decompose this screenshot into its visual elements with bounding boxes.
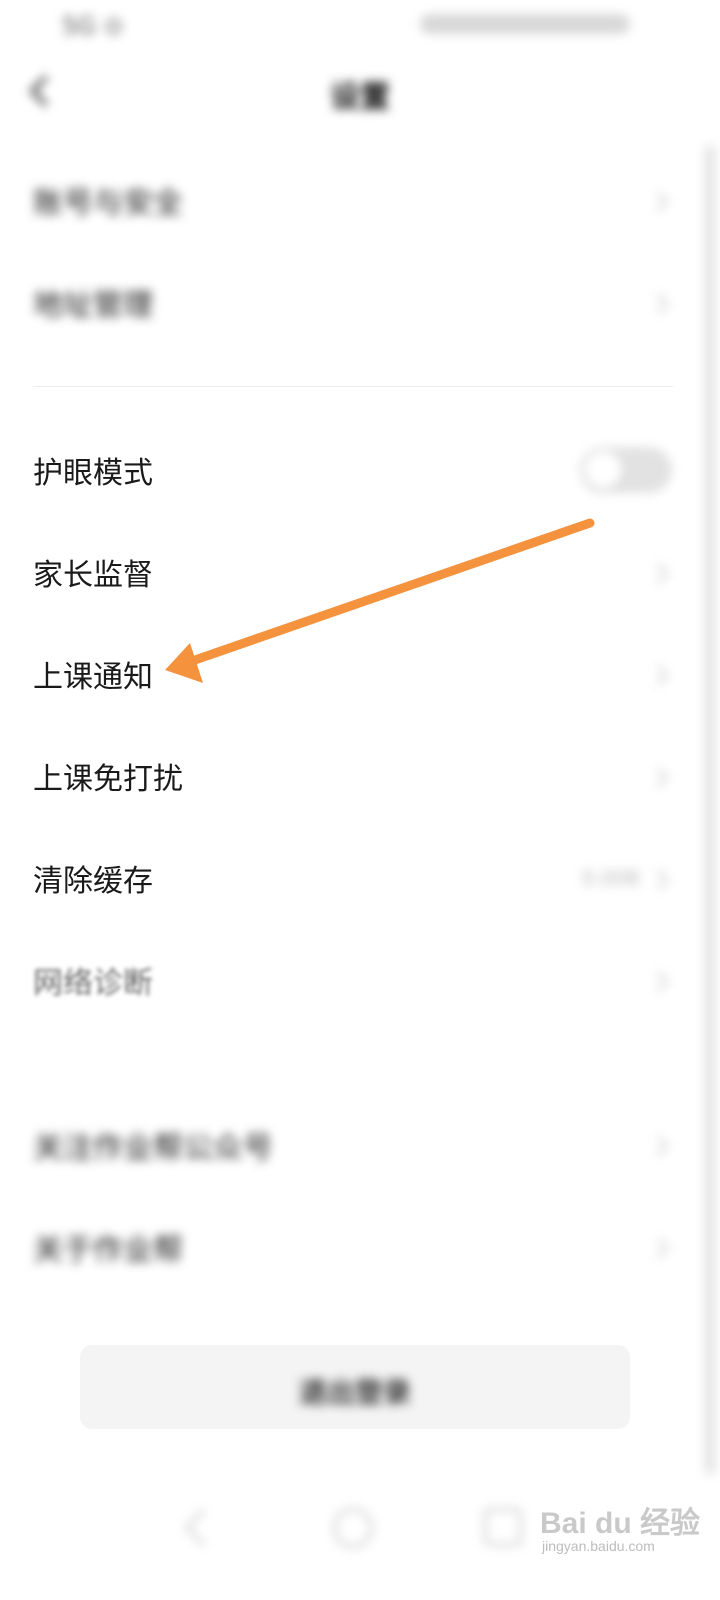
row-label: 上课免打扰 <box>33 762 183 797</box>
row-label: 地址管理 <box>33 288 153 323</box>
row-label: 上课通知 <box>33 660 153 695</box>
chevron-right-icon <box>647 1237 670 1260</box>
row-label: 护眼模式 <box>33 456 153 491</box>
settings-row-eye-protection[interactable]: 护眼模式 <box>0 420 680 520</box>
chevron-right-icon <box>647 970 670 993</box>
chevron-right-icon <box>647 766 670 789</box>
system-back-icon[interactable] <box>184 1508 223 1547</box>
settings-row-about[interactable]: 关于作业帮 <box>0 1197 680 1297</box>
settings-row-account-security[interactable]: 账号与安全 <box>0 150 680 250</box>
chevron-right-icon <box>647 292 670 315</box>
row-label: 网络诊断 <box>33 966 153 1001</box>
page-title: 设置 <box>330 80 390 115</box>
section-divider <box>33 386 673 387</box>
watermark-url: jingyan.baidu.com <box>542 1538 655 1554</box>
cache-size-value: 0.00B <box>581 866 640 890</box>
settings-row-address[interactable]: 地址管理 <box>0 252 680 352</box>
logout-button[interactable]: 退出登录 <box>80 1345 630 1429</box>
settings-row-class-dnd[interactable]: 上课免打扰 <box>0 726 680 826</box>
row-label: 关注作业帮公众号 <box>33 1131 273 1166</box>
settings-row-network-diagnosis[interactable]: 网络诊断 <box>0 930 680 1030</box>
chevron-right-icon <box>647 664 670 687</box>
chevron-right-icon <box>647 868 670 891</box>
system-recents-icon[interactable] <box>484 1508 522 1546</box>
settings-row-parent-supervision[interactable]: 家长监督 <box>0 522 680 622</box>
watermark-logo: Bai du 经验 <box>540 1507 701 1540</box>
eye-protection-toggle[interactable] <box>580 447 672 493</box>
row-label: 关于作业帮 <box>33 1233 183 1268</box>
settings-row-clear-cache[interactable]: 清除缓存 0.00B <box>0 828 680 928</box>
status-indicators <box>420 14 630 34</box>
chevron-right-icon <box>647 1135 670 1158</box>
scrollbar[interactable] <box>704 145 716 1475</box>
row-label: 清除缓存 <box>33 864 153 899</box>
row-label: 家长监督 <box>33 558 153 593</box>
status-bar: 5G ⊙ <box>0 0 720 50</box>
chevron-right-icon <box>647 562 670 585</box>
settings-row-class-notification[interactable]: 上课通知 <box>0 624 680 724</box>
row-label: 账号与安全 <box>33 186 183 221</box>
system-home-icon[interactable] <box>333 1508 373 1548</box>
toggle-knob <box>584 451 622 489</box>
nav-bar: 设置 <box>0 60 720 130</box>
baidu-jingyan-watermark: Bai du 经验 jingyan.baidu.com <box>540 1490 710 1560</box>
chevron-right-icon <box>647 190 670 213</box>
settings-row-follow-official-account[interactable]: 关注作业帮公众号 <box>0 1095 680 1195</box>
logout-label: 退出登录 <box>298 1376 411 1409</box>
status-signal: 5G ⊙ <box>62 12 124 40</box>
